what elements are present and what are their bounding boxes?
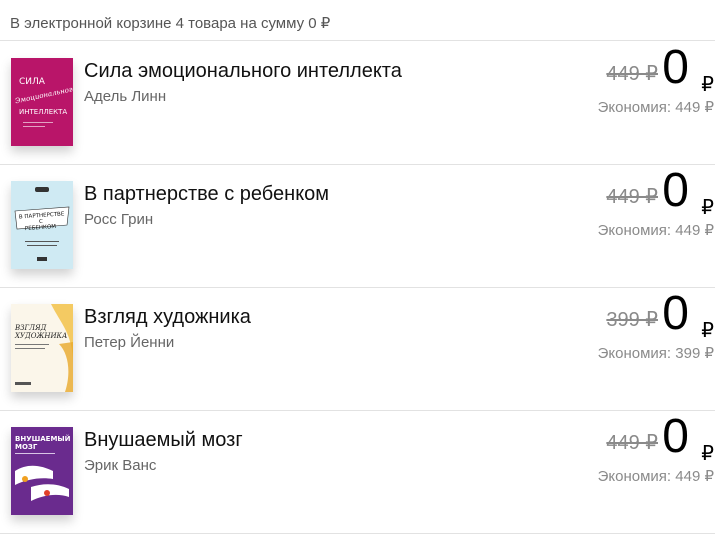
savings: Экономия: 449 ₽ [597, 99, 714, 116]
new-price: 0 [662, 164, 689, 217]
divider [0, 40, 715, 41]
old-price: 449 ₽ [606, 186, 658, 208]
book-author: Росс Грин [84, 211, 154, 228]
book-cover-image: В ПАРТНЕРСТВЕ С РЕБЕНКОМ [11, 181, 73, 269]
book-title[interactable]: Сила эмоционального интеллекта [84, 60, 402, 83]
currency-symbol: ₽ [701, 443, 714, 465]
savings: Экономия: 399 ₽ [597, 345, 714, 362]
cover-line: ВЗГЛЯД [14, 324, 47, 332]
cover-line: ВНУШАЕМЫЙ [15, 434, 71, 443]
book-cover[interactable]: ВНУШАЕМЫЙ МОЗГ [11, 427, 73, 515]
book-title[interactable]: В партнерстве с ребенком [84, 183, 329, 206]
book-title[interactable]: Внушаемый мозг [84, 429, 243, 452]
book-author: Петер Йенни [84, 334, 175, 351]
book-title[interactable]: Взгляд художника [84, 306, 251, 329]
book-cover-image: ВНУШАЕМЫЙ МОЗГ [11, 427, 73, 515]
new-price: 0 [662, 287, 689, 340]
currency-symbol: ₽ [701, 74, 714, 96]
book-author: Адель Линн [84, 88, 167, 105]
book-cover[interactable]: ВЗГЛЯД ХУДОЖНИКА [11, 304, 73, 392]
currency-symbol: ₽ [701, 197, 714, 219]
cover-line: ИНТЕЛЛЕКТА [19, 108, 67, 116]
cover-line: ХУДОЖНИКА [14, 332, 67, 340]
book-author: Эрик Ванс [84, 457, 157, 474]
book-cover[interactable]: В ПАРТНЕРСТВЕ С РЕБЕНКОМ [11, 181, 73, 269]
cart-item: ВЗГЛЯД ХУДОЖНИКА Взгляд художника Петер … [0, 288, 715, 411]
old-price: 449 ₽ [606, 63, 658, 85]
savings: Экономия: 449 ₽ [597, 222, 714, 239]
cart-item: В ПАРТНЕРСТВЕ С РЕБЕНКОМ В партнерстве с… [0, 165, 715, 288]
cart-item: ВНУШАЕМЫЙ МОЗГ Внушаемый мозг Эрик Ванс … [0, 411, 715, 534]
currency-symbol: ₽ [701, 320, 714, 342]
cart-summary: В электронной корзине 4 товара на сумму … [10, 15, 331, 32]
new-price: 0 [662, 410, 689, 463]
cover-line: МОЗГ [15, 443, 38, 451]
book-cover-image: СИЛА Эмоционального ИНТЕЛЛЕКТА [11, 58, 73, 146]
savings: Экономия: 449 ₽ [597, 468, 714, 485]
book-cover-image: ВЗГЛЯД ХУДОЖНИКА [11, 304, 73, 392]
cart-item: СИЛА Эмоционального ИНТЕЛЛЕКТА Сила эмоц… [0, 42, 715, 165]
book-cover[interactable]: СИЛА Эмоционального ИНТЕЛЛЕКТА [11, 58, 73, 146]
old-price: 399 ₽ [606, 309, 658, 331]
new-price: 0 [662, 41, 689, 94]
old-price: 449 ₽ [606, 432, 658, 454]
cover-line: СИЛА [19, 77, 46, 87]
